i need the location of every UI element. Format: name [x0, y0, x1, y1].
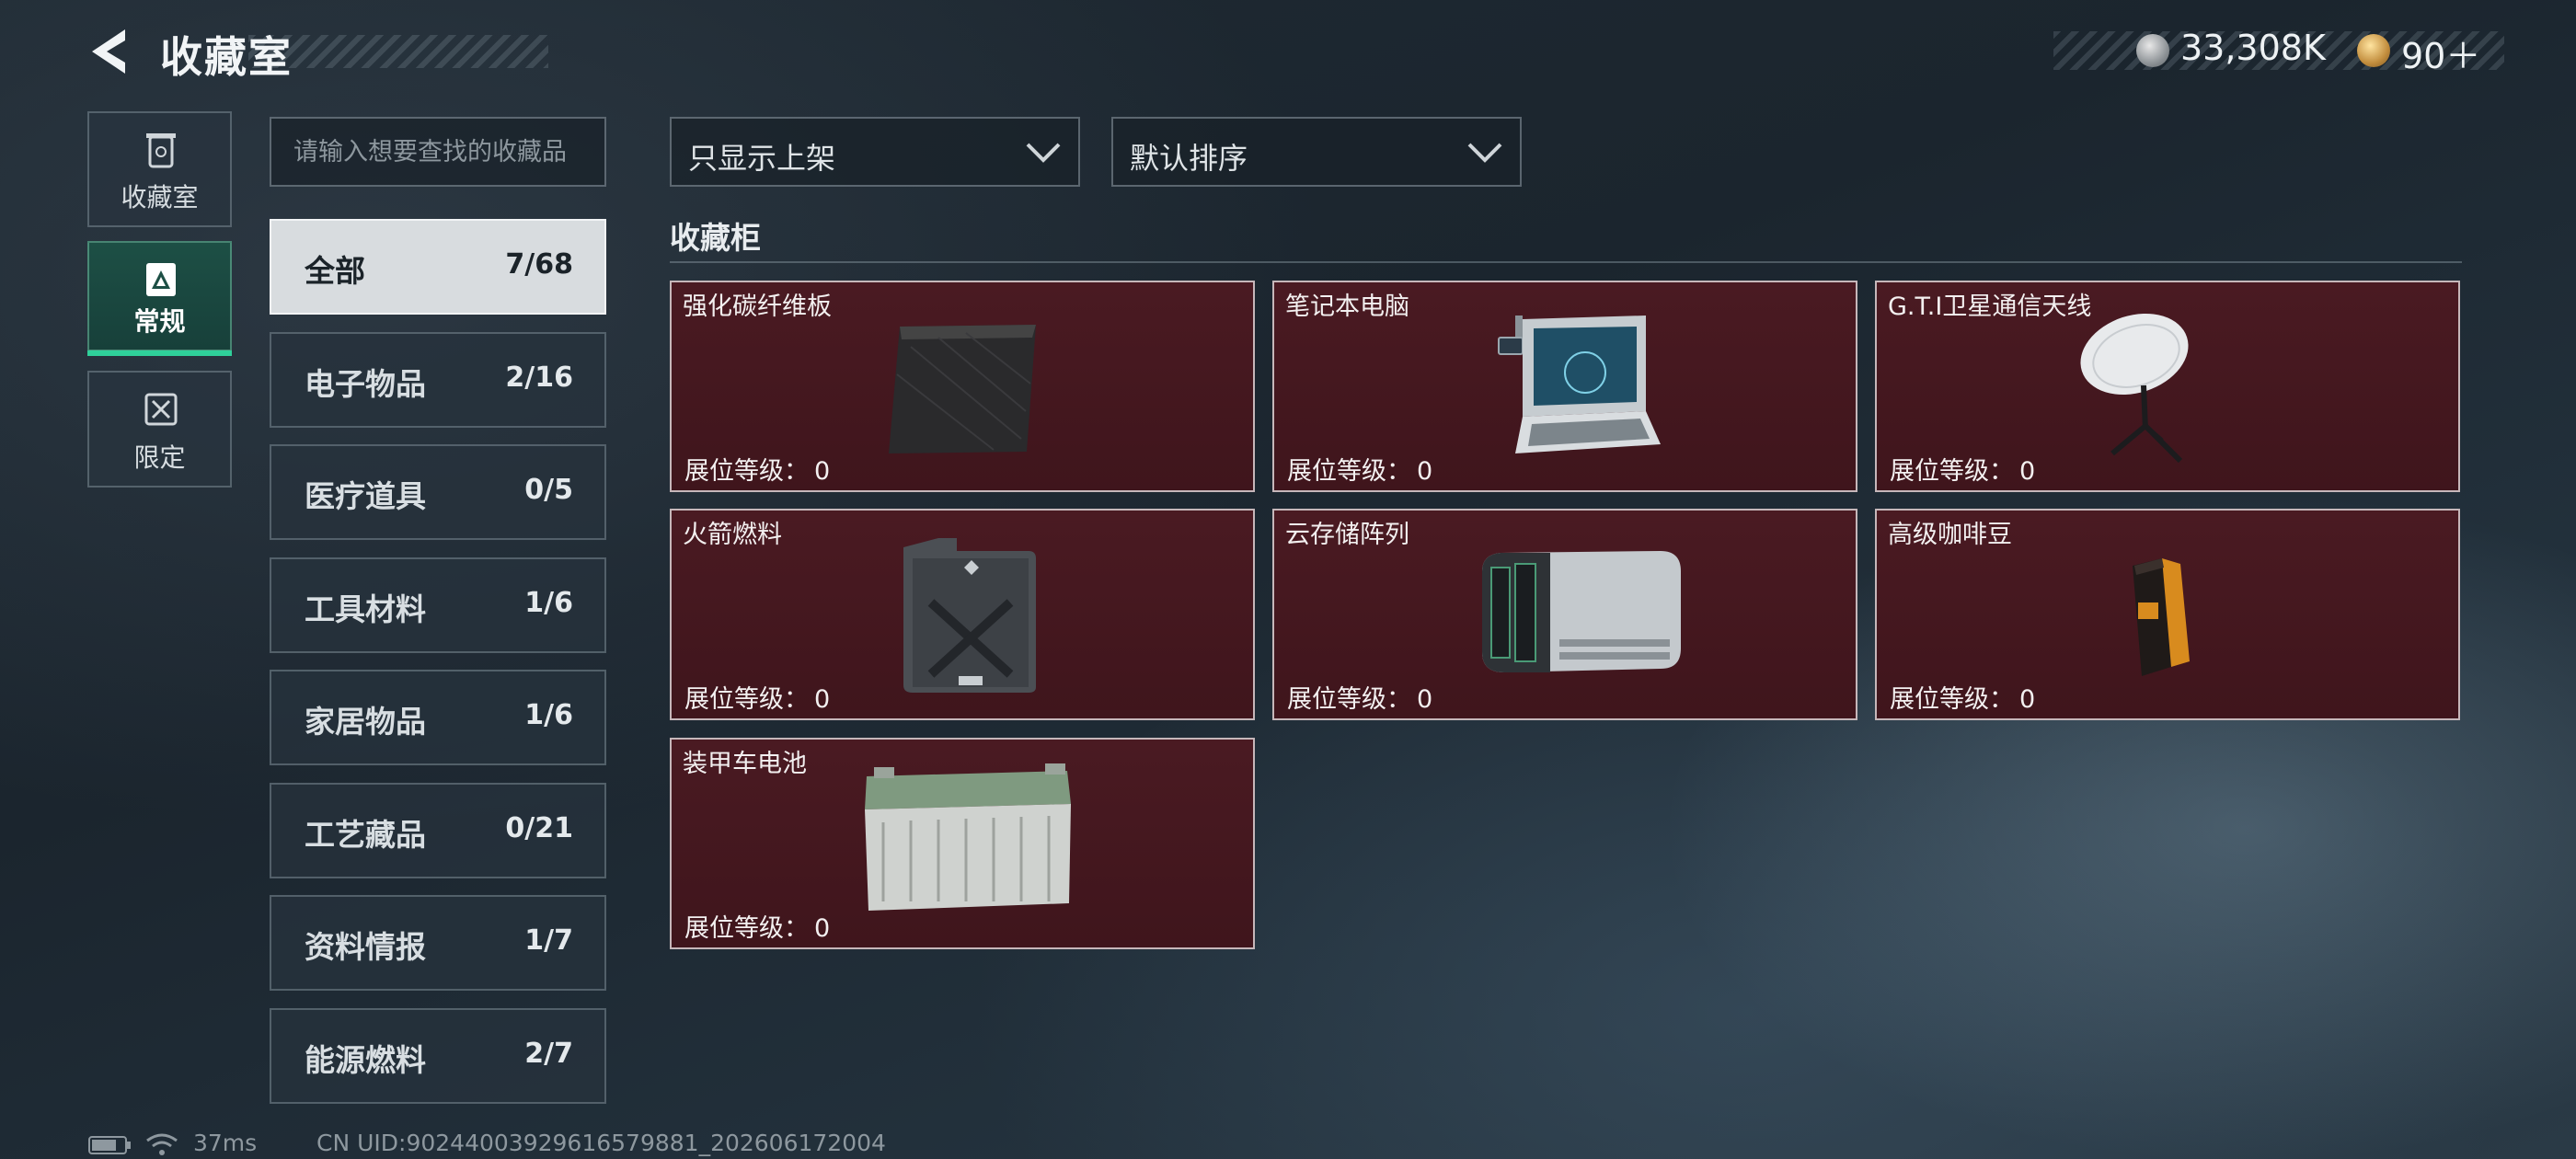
- item-level: 展位等级： 0: [1282, 679, 1432, 715]
- category-count: 1/7: [524, 924, 573, 957]
- back-arrow-icon: [92, 29, 125, 74]
- uid-text: CN UID:902440039296165798​81_20260617200…: [316, 1130, 886, 1156]
- level-value: 0: [1417, 685, 1433, 714]
- category-name: 全部: [305, 253, 365, 289]
- category-name: 家居物品: [305, 704, 426, 740]
- level-label: 展位等级：: [684, 457, 809, 486]
- section-title: 收藏柜: [670, 220, 761, 256]
- category-count: 0/21: [505, 812, 573, 844]
- level-value: 0: [2019, 685, 2036, 714]
- category-count: 7/68: [505, 248, 573, 281]
- wifi-icon: [145, 1131, 178, 1157]
- item-level: 展位等级： 0: [679, 679, 830, 715]
- item-level: 展位等级： 0: [679, 908, 830, 944]
- level-label: 展位等级：: [684, 685, 809, 714]
- rail-tab-collection-room[interactable]: 收藏室: [87, 111, 232, 227]
- filter-dropdown[interactable]: 只显示上架: [670, 117, 1080, 187]
- item-card-rocket-fuel[interactable]: 火箭燃料 展位等级： 0: [670, 509, 1255, 720]
- section-divider: [670, 261, 2462, 263]
- category-count: 1/6: [524, 587, 573, 619]
- item-name: G.T.I卫星通信天线: [1888, 293, 2092, 321]
- rail-tab-label: 收藏室: [121, 182, 199, 212]
- category-name: 工艺藏品: [305, 817, 426, 853]
- category-electronics[interactable]: 电子物品 2/16: [270, 332, 606, 428]
- category-intel[interactable]: 资料情报 1/7: [270, 895, 606, 991]
- category-household[interactable]: 家居物品 1/6: [270, 670, 606, 765]
- sort-dropdown[interactable]: 默认排序: [1111, 117, 1522, 187]
- cross-mark-icon: [144, 393, 178, 426]
- item-card-armored-vehicle-battery[interactable]: 装甲车电池 展位等级： 0: [670, 738, 1255, 949]
- item-card-cloud-storage-array[interactable]: 云存储阵列 展位等级： 0: [1272, 509, 1857, 720]
- item-card-premium-coffee-beans[interactable]: 高级咖啡豆 展位等级： 0: [1875, 509, 2460, 720]
- category-name: 电子物品: [305, 366, 426, 402]
- category-medical[interactable]: 医疗道具 0/5: [270, 444, 606, 540]
- category-crafts[interactable]: 工艺藏品 0/21: [270, 783, 606, 878]
- item-card-carbon-fiber-plate[interactable]: 强化碳纤维板 展位等级： 0: [670, 281, 1255, 492]
- ping-text: 37ms: [193, 1130, 258, 1156]
- category-count: 2/16: [505, 361, 573, 394]
- item-card-satellite-antenna[interactable]: G.T.I卫星通信天线 展位等级： 0: [1875, 281, 2460, 492]
- level-label: 展位等级：: [1287, 457, 1411, 486]
- back-button[interactable]: [85, 26, 136, 77]
- active-tab-indicator: [87, 350, 232, 356]
- item-name: 高级咖啡豆: [1888, 521, 2012, 549]
- item-name: 装甲车电池: [683, 750, 807, 778]
- item-level: 展位等级： 0: [1282, 451, 1432, 487]
- category-name: 资料情报: [305, 929, 426, 965]
- level-label: 展位等级：: [684, 914, 809, 943]
- page-title: 收藏室: [160, 32, 293, 82]
- item-name: 火箭燃料: [683, 521, 782, 549]
- sort-value: 默认排序: [1130, 141, 1248, 176]
- item-name: 强化碳纤维板: [683, 293, 832, 321]
- silver-coin-icon: [2136, 34, 2169, 67]
- category-all[interactable]: 全部 7/68: [270, 219, 606, 315]
- gold-coin-icon: [2357, 34, 2390, 67]
- item-name: 笔记本电脑: [1285, 293, 1409, 321]
- category-name: 工具材料: [305, 591, 426, 627]
- category-tools[interactable]: 工具材料 1/6: [270, 557, 606, 653]
- filter-value: 只显示上架: [688, 141, 836, 176]
- item-level: 展位等级： 0: [1884, 679, 2035, 715]
- shield-triangle-icon: [146, 263, 176, 296]
- category-count: 0/5: [524, 474, 573, 506]
- rail-tab-limited[interactable]: 限定: [87, 371, 232, 488]
- silver-amount: 33,308K: [2180, 28, 2326, 68]
- gold-amount: 90＋: [2401, 36, 2481, 76]
- item-level: 展位等级： 0: [679, 451, 830, 487]
- level-value: 0: [2019, 457, 2036, 486]
- level-label: 展位等级：: [1890, 685, 2014, 714]
- level-value: 0: [814, 457, 831, 486]
- item-level: 展位等级： 0: [1884, 451, 2035, 487]
- rail-tab-regular[interactable]: 常规: [87, 241, 232, 351]
- category-count: 2/7: [524, 1038, 573, 1070]
- battery-icon: [88, 1135, 132, 1155]
- item-card-laptop[interactable]: 笔记本电脑 展位等级： 0: [1272, 281, 1857, 492]
- search-input[interactable]: [270, 117, 606, 187]
- trash-bin-icon: [146, 133, 176, 168]
- level-label: 展位等级：: [1890, 457, 2014, 486]
- chevron-down-icon: [1026, 143, 1061, 163]
- rail-tab-label: 限定: [133, 442, 186, 473]
- category-name: 能源燃料: [305, 1042, 426, 1078]
- rail-tab-label: 常规: [133, 306, 186, 337]
- category-name: 医疗道具: [305, 478, 426, 514]
- level-label: 展位等级：: [1287, 685, 1411, 714]
- level-value: 0: [1417, 457, 1433, 486]
- chevron-down-icon: [1467, 143, 1502, 163]
- category-count: 1/6: [524, 699, 573, 731]
- item-name: 云存储阵列: [1285, 521, 1409, 549]
- level-value: 0: [814, 685, 831, 714]
- level-value: 0: [814, 914, 831, 943]
- title-decoration: [248, 35, 548, 68]
- category-energy[interactable]: 能源燃料 2/7: [270, 1008, 606, 1104]
